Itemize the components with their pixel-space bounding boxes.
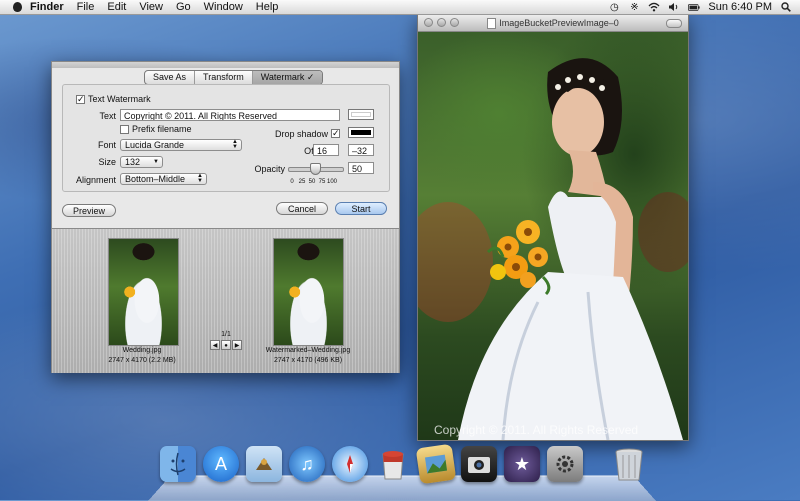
previous-page-button[interactable]: ◀ xyxy=(210,340,220,350)
preview-area: Wedding.jpg 2747 x 4170 (2.2 MB) 1/1 ◀ ●… xyxy=(52,228,399,373)
offset-x-field[interactable]: 16 xyxy=(313,144,339,156)
dialog-top-edge xyxy=(52,62,399,68)
toolbar-toggle-button[interactable] xyxy=(666,19,682,28)
apple-menu-icon[interactable] xyxy=(10,0,24,14)
menu-file[interactable]: File xyxy=(77,1,95,13)
dock: A ♫ ★ xyxy=(160,443,647,485)
spotlight-icon[interactable] xyxy=(780,2,792,12)
dropdown-arrow-icon: ▼ xyxy=(153,159,159,165)
menu-edit[interactable]: Edit xyxy=(107,1,126,13)
alignment-label: Alignment xyxy=(75,175,116,185)
system-preferences-icon[interactable] xyxy=(547,446,583,482)
preview-button[interactable]: Preview xyxy=(62,204,116,217)
menu-help[interactable]: Help xyxy=(256,1,279,13)
imovie-icon[interactable]: ★ xyxy=(504,446,540,482)
drop-shadow-label: Drop shadow xyxy=(274,129,328,139)
opacity-label: Opacity xyxy=(254,164,285,174)
text-watermark-label: Text Watermark xyxy=(88,94,151,104)
tick-label: 50 xyxy=(308,179,316,185)
popup-arrows-icon: ▲ ▼ xyxy=(197,173,203,184)
drop-shadow-checkbox[interactable]: ✓ xyxy=(331,129,340,138)
prefix-filename-checkbox[interactable] xyxy=(120,125,129,134)
photo-booth-icon[interactable] xyxy=(461,446,497,482)
minimize-button[interactable] xyxy=(437,18,446,27)
tab-watermark[interactable]: Watermark ✓ xyxy=(252,71,323,84)
menu-app-name[interactable]: Finder xyxy=(30,1,64,13)
cancel-button[interactable]: Cancel xyxy=(276,202,328,215)
bluetooth-icon[interactable]: ※ xyxy=(628,2,640,13)
itunes-icon[interactable]: ♫ xyxy=(289,446,325,482)
paint-bucket-icon[interactable] xyxy=(375,446,411,482)
font-popup-value: Lucida Grande xyxy=(125,140,185,150)
preview-photo: Copyright © 2011. All Rights Reserved xyxy=(418,32,688,440)
finder-icon[interactable] xyxy=(160,446,196,482)
tick-label: 0 xyxy=(290,179,294,185)
watermark-settings-panel: ✓ Text Watermark Text Copyright © 2011. … xyxy=(62,84,390,192)
watermarked-thumbnail[interactable] xyxy=(273,238,344,346)
tab-save-as[interactable]: Save As xyxy=(145,71,196,84)
menu-window[interactable]: Window xyxy=(204,1,243,13)
prefix-filename-label: Prefix filename xyxy=(132,124,192,134)
safari-icon[interactable] xyxy=(332,446,368,482)
watermark-overlay-text: Copyright © 2011. All Rights Reserved xyxy=(434,423,639,437)
zoom-button[interactable]: ● xyxy=(221,340,231,350)
size-combo[interactable]: 132 ▼ xyxy=(120,156,163,168)
image-preview-window: ImageBucketPreviewImage–0 Copyright © 20… xyxy=(417,14,689,441)
volume-icon[interactable] xyxy=(668,2,680,12)
tab-transform[interactable]: Transform xyxy=(195,71,253,84)
menu-clock[interactable]: Sun 6:40 PM xyxy=(708,1,772,13)
popup-arrows-icon: ▲ ▼ xyxy=(232,139,238,150)
iphoto-icon[interactable] xyxy=(415,443,457,485)
size-label: Size xyxy=(98,157,116,167)
alignment-popup-value: Bottom–Middle xyxy=(125,174,186,184)
page-indicator: 1/1 xyxy=(221,331,231,338)
opacity-field[interactable]: 50 xyxy=(348,162,374,174)
tick-label: 100 xyxy=(327,179,338,185)
opacity-slider-knob[interactable] xyxy=(310,163,321,175)
watermark-dialog: Save As Transform Watermark ✓ ✓ Text Wat… xyxy=(51,61,400,373)
image-window-title: ImageBucketPreviewImage–0 xyxy=(499,18,619,28)
size-combo-value: 132 xyxy=(125,157,141,167)
tick-label: 25 xyxy=(298,179,306,185)
wifi-icon[interactable] xyxy=(648,2,660,12)
zoom-window-button[interactable] xyxy=(450,18,459,27)
watermark-text-field[interactable]: Copyright © 2011. All Rights Reserved xyxy=(120,109,340,121)
image-window-titlebar[interactable]: ImageBucketPreviewImage–0 xyxy=(418,15,688,32)
offset-y-field[interactable]: –32 xyxy=(348,144,374,156)
dock-separator xyxy=(590,446,604,482)
alignment-popup[interactable]: Bottom–Middle ▲ ▼ xyxy=(120,173,207,185)
menu-go[interactable]: Go xyxy=(176,1,191,13)
bride-illustration xyxy=(418,58,688,440)
document-icon xyxy=(487,18,497,30)
original-filename: Wedding.jpg xyxy=(122,347,162,354)
watermarked-info: 2747 x 4170 (496 KB) xyxy=(273,357,343,364)
menu-view[interactable]: View xyxy=(139,1,163,13)
start-button[interactable]: Start xyxy=(335,202,387,215)
mode-tabs: Save As Transform Watermark ✓ xyxy=(144,70,324,85)
text-watermark-checkbox[interactable]: ✓ xyxy=(76,95,85,104)
time-machine-icon[interactable]: ◷ xyxy=(608,2,620,13)
opacity-ticks: 0 25 50 75 100 xyxy=(287,179,337,185)
original-info: 2747 x 4170 (2.2 MB) xyxy=(108,357,176,364)
close-button[interactable] xyxy=(424,18,433,27)
trash-icon[interactable] xyxy=(611,446,647,482)
font-label: Font xyxy=(97,140,116,150)
watermarked-filename: Watermarked–Wedding.jpg xyxy=(265,347,351,354)
text-color-well[interactable] xyxy=(348,109,374,120)
preview-icon[interactable] xyxy=(246,446,282,482)
original-thumbnail[interactable] xyxy=(108,238,179,346)
menu-bar: Finder File Edit View Go Window Help ◷ ※… xyxy=(0,0,800,15)
app-store-icon[interactable]: A xyxy=(203,446,239,482)
tick-label: 75 xyxy=(318,179,326,185)
shadow-color-well[interactable] xyxy=(348,127,374,138)
battery-icon[interactable] xyxy=(688,2,701,12)
text-label: Text xyxy=(99,111,116,121)
font-popup[interactable]: Lucida Grande ▲ ▼ xyxy=(120,139,242,151)
